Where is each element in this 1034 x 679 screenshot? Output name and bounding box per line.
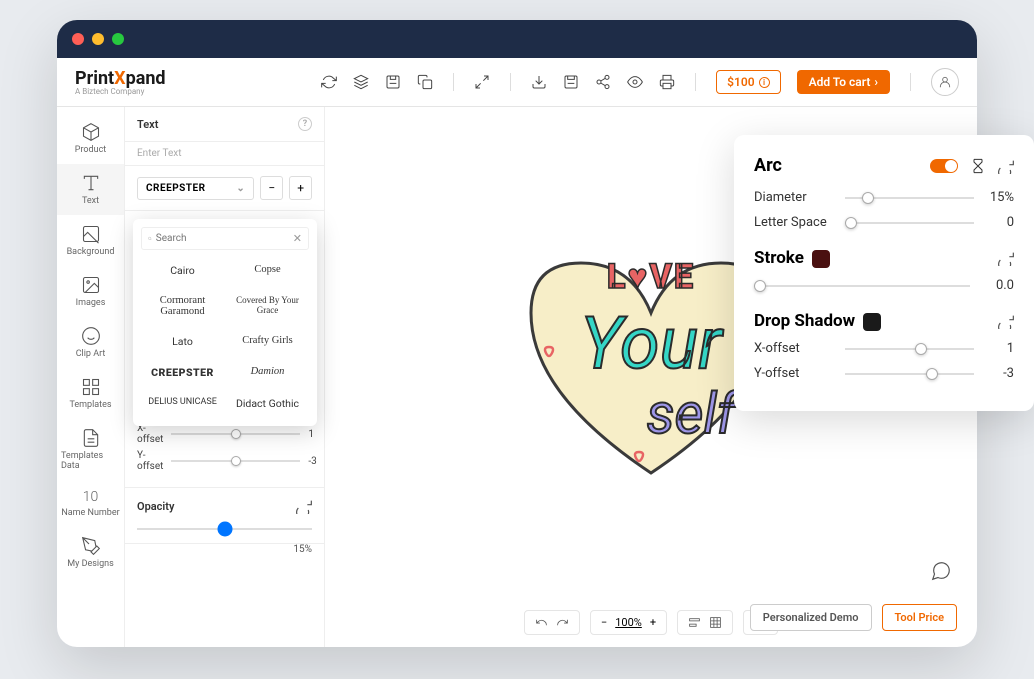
text-panel: Text? Enter Text CREEPSTER⌄ − + ✕ Cairo … — [125, 107, 325, 647]
zoom-out-button[interactable]: − — [601, 616, 607, 629]
svg-text:Your: Your — [580, 301, 724, 386]
font-option[interactable]: Covered By Your Grace — [226, 287, 309, 325]
stroke-color-swatch[interactable] — [812, 250, 830, 268]
folder-save-icon[interactable] — [563, 74, 579, 90]
sidebar-item-my-designs[interactable]: My Designs — [57, 527, 124, 578]
y-offset-slider[interactable] — [171, 460, 300, 462]
font-option[interactable]: Crafty Girls — [226, 327, 309, 356]
letter-space-slider[interactable] — [845, 222, 974, 224]
header: PrintXpand A Biztech Company $100i Add T… — [57, 58, 977, 107]
font-search-input[interactable]: ✕ — [141, 227, 309, 250]
dropshadow-title: Drop Shadow — [754, 311, 855, 331]
zoom-level: 100% — [615, 616, 642, 629]
svg-text:L♥VE: L♥VE — [607, 257, 695, 297]
font-size-decrease[interactable]: − — [260, 176, 283, 200]
close-icon[interactable]: ✕ — [293, 232, 302, 245]
close-window-icon[interactable] — [72, 33, 84, 45]
sidebar-item-clipart[interactable]: Clip Art — [57, 317, 124, 368]
font-option[interactable]: CREEPSTER — [141, 358, 224, 387]
sidebar-item-images[interactable]: Images — [57, 266, 124, 317]
stroke-title: Stroke — [754, 248, 804, 268]
print-icon[interactable] — [659, 74, 675, 90]
sidebar-item-background[interactable]: Background — [57, 215, 124, 266]
zoom-in-button[interactable]: + — [650, 616, 656, 629]
logo: PrintXpand A Biztech Company — [75, 68, 166, 96]
expand-icon[interactable] — [474, 74, 490, 90]
user-avatar-button[interactable] — [931, 68, 959, 96]
sidebar: Product Text Background Images Clip Art … — [57, 107, 125, 647]
font-size-increase[interactable]: + — [289, 176, 312, 200]
svg-text:self: self — [647, 381, 741, 447]
chat-icon[interactable] — [925, 555, 957, 587]
dropshadow-color-swatch[interactable] — [863, 313, 881, 331]
diameter-slider[interactable] — [845, 197, 974, 199]
sidebar-item-product[interactable]: Product — [57, 113, 124, 164]
hourglass-icon[interactable] — [970, 158, 986, 174]
sidebar-item-text[interactable]: Text — [57, 164, 124, 215]
grid-icon[interactable] — [709, 616, 722, 629]
redo-icon[interactable] — [556, 616, 569, 629]
sidebar-item-templates[interactable]: Templates — [57, 368, 124, 419]
arc-toggle[interactable] — [930, 159, 958, 173]
add-to-cart-button[interactable]: Add To cart› — [797, 70, 890, 94]
download-icon[interactable] — [531, 74, 547, 90]
opacity-slider[interactable] — [137, 528, 312, 530]
x-offset-slider[interactable] — [845, 348, 974, 350]
opacity-label: Opacity — [137, 500, 174, 513]
reset-icon[interactable] — [998, 158, 1014, 174]
help-icon[interactable]: ? — [298, 117, 312, 131]
font-option[interactable]: DELIUS UNICASE — [141, 389, 224, 418]
sidebar-item-name-number[interactable]: 10Name Number — [57, 480, 124, 527]
sidebar-item-templates-data[interactable]: Templates Data — [57, 419, 124, 480]
font-option[interactable]: Cairo — [141, 256, 224, 285]
font-option[interactable]: Damion — [226, 358, 309, 387]
share-icon[interactable] — [595, 74, 611, 90]
font-dropdown-panel: ✕ Cairo Copse Cormorant Garamond Covered… — [133, 219, 317, 426]
undo-icon[interactable] — [535, 616, 548, 629]
save-icon[interactable] — [385, 74, 401, 90]
text-input[interactable]: Enter Text — [125, 142, 324, 166]
personalized-demo-button[interactable]: Personalized Demo — [750, 604, 872, 631]
effects-panel: Arc Diameter15% Letter Space0 Stroke 0.0… — [734, 135, 1034, 411]
minimize-window-icon[interactable] — [92, 33, 104, 45]
copy-icon[interactable] — [417, 74, 433, 90]
price-button[interactable]: $100i — [716, 70, 780, 94]
text-panel-title: Text — [137, 118, 158, 131]
align-icon[interactable] — [688, 616, 701, 629]
titlebar — [57, 20, 977, 58]
x-offset-slider[interactable] — [171, 433, 300, 435]
stroke-slider[interactable] — [754, 285, 970, 287]
reset-icon[interactable] — [998, 250, 1014, 266]
font-select-dropdown[interactable]: CREEPSTER⌄ — [137, 177, 254, 200]
layers-icon[interactable] — [353, 74, 369, 90]
preview-icon[interactable] — [627, 74, 643, 90]
font-option[interactable]: Cormorant Garamond — [141, 287, 224, 325]
arc-title: Arc — [754, 155, 782, 176]
tool-price-button[interactable]: Tool Price — [882, 604, 958, 631]
font-option[interactable]: Didact Gothic — [226, 389, 309, 418]
maximize-window-icon[interactable] — [112, 33, 124, 45]
reset-icon[interactable] — [998, 313, 1014, 329]
y-offset-slider[interactable] — [845, 373, 974, 375]
refresh-icon[interactable] — [321, 74, 337, 90]
reset-icon[interactable] — [296, 498, 312, 514]
font-option[interactable]: Lato — [141, 327, 224, 356]
font-option[interactable]: Copse — [226, 256, 309, 285]
